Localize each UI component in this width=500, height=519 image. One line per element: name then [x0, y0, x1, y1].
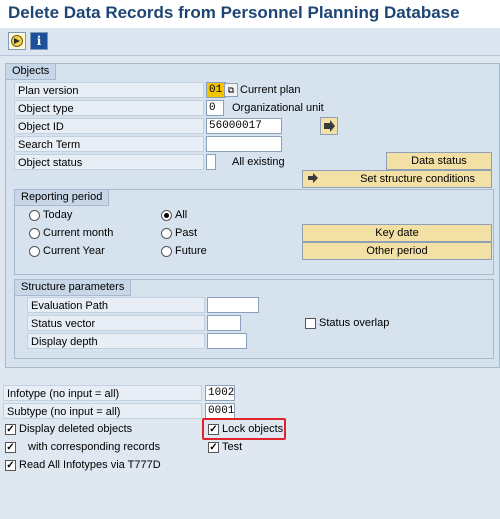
evaluation-path-label: Evaluation Path	[27, 297, 205, 313]
status-overlap-label: Status overlap	[319, 317, 390, 329]
objects-group: Objects Plan version 01 ⧉ Current plan O…	[5, 63, 500, 368]
radio-today-label: Today	[43, 209, 73, 221]
subtype-field[interactable]: 0001	[205, 403, 235, 419]
object-id-field[interactable]: 56000017	[206, 118, 282, 134]
infotype-label: Infotype (no input = all)	[3, 385, 202, 401]
test-checkbox[interactable]: ✓	[208, 442, 219, 453]
infotype-field[interactable]: 1002	[205, 385, 235, 401]
search-term-field[interactable]	[206, 136, 282, 152]
reporting-period-title: Reporting period	[15, 190, 110, 206]
application-toolbar: i	[0, 28, 500, 56]
display-depth-field[interactable]	[207, 333, 247, 349]
radio-current-month-label: Current month	[43, 227, 114, 239]
plan-version-description: Current plan	[240, 84, 301, 96]
radio-all-label: All	[175, 209, 188, 221]
object-type-field[interactable]: 0	[206, 100, 224, 116]
with-corresponding-label: with corresponding records	[28, 441, 161, 453]
evaluation-path-field[interactable]	[207, 297, 259, 313]
plan-version-field[interactable]: 01	[206, 82, 226, 98]
radio-today[interactable]	[29, 210, 40, 221]
radio-current-month[interactable]	[29, 228, 40, 239]
radio-future[interactable]	[161, 246, 172, 257]
data-status-button[interactable]: Data status	[386, 152, 492, 170]
search-term-label: Search Term	[14, 136, 204, 152]
object-type-description: Organizational unit	[232, 102, 324, 114]
display-deleted-label: Display deleted objects	[19, 423, 133, 435]
information-icon[interactable]: i	[30, 32, 48, 50]
test-label: Test	[222, 441, 243, 453]
key-date-button[interactable]: Key date	[302, 224, 492, 242]
structure-parameters-group: Structure parameters Evaluation Path Sta…	[14, 279, 494, 359]
radio-future-label: Future	[175, 245, 207, 257]
lock-objects-label: Lock objects	[222, 423, 284, 435]
subtype-label: Subtype (no input = all)	[3, 403, 202, 419]
read-all-infotypes-label: Read All Infotypes via T777D	[19, 459, 161, 471]
structure-parameters-title: Structure parameters	[15, 280, 132, 296]
page-title: Delete Data Records from Personnel Plann…	[8, 3, 460, 22]
display-depth-label: Display depth	[27, 333, 205, 349]
read-all-infotypes-checkbox[interactable]: ✓	[5, 460, 16, 471]
object-status-field[interactable]	[206, 154, 216, 170]
plan-version-help-icon[interactable]: ⧉	[224, 83, 238, 97]
object-id-label: Object ID	[14, 118, 204, 134]
status-vector-label: Status vector	[27, 315, 205, 331]
status-overlap-checkbox[interactable]	[305, 318, 316, 329]
other-period-button[interactable]: Other period	[302, 242, 492, 260]
execute-icon[interactable]	[8, 32, 26, 50]
status-vector-field[interactable]	[207, 315, 241, 331]
title-bar: Delete Data Records from Personnel Plann…	[0, 0, 500, 28]
objects-group-title: Objects	[6, 64, 57, 80]
plan-version-label: Plan version	[14, 82, 204, 98]
radio-all[interactable]	[161, 210, 172, 221]
with-corresponding-checkbox[interactable]: ✓	[5, 442, 16, 453]
radio-current-year[interactable]	[29, 246, 40, 257]
radio-past[interactable]	[161, 228, 172, 239]
object-status-label: Object status	[14, 154, 204, 170]
radio-past-label: Past	[175, 227, 198, 239]
multiple-selection-icon[interactable]	[320, 117, 338, 135]
reporting-period-group: Reporting period Today Current month Cur…	[14, 189, 494, 275]
display-deleted-checkbox[interactable]: ✓	[5, 424, 16, 435]
radio-current-year-label: Current Year	[43, 245, 105, 257]
set-structure-conditions-button[interactable]: Set structure conditions	[302, 170, 492, 188]
set-structure-conditions-label: Set structure conditions	[360, 173, 476, 185]
lock-objects-checkbox[interactable]: ✓	[208, 424, 219, 435]
object-status-description: All existing	[232, 156, 285, 168]
object-type-label: Object type	[14, 100, 204, 116]
